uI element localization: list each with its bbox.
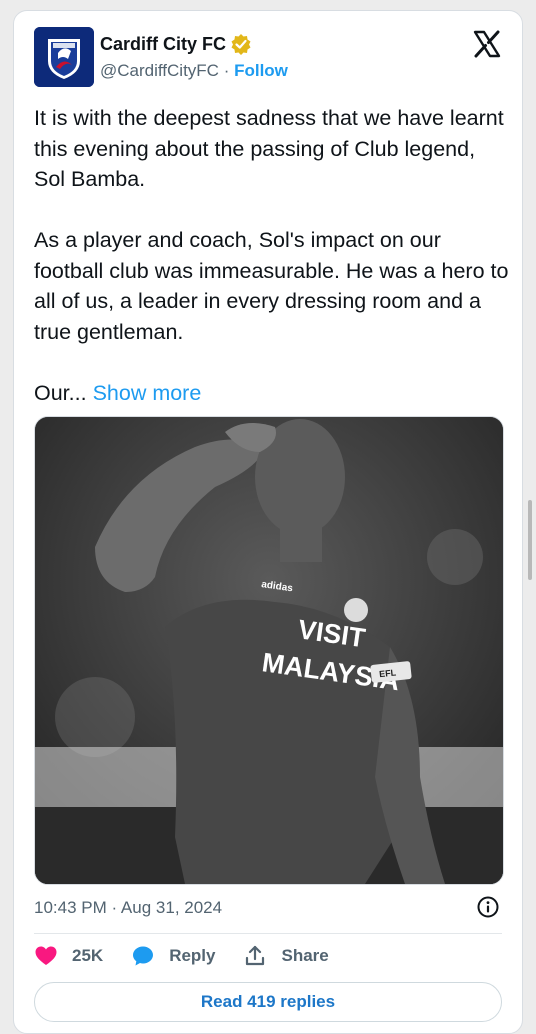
armband-text: EFL (379, 667, 397, 679)
tweet-paragraph-1: It is with the deepest sadness that we h… (34, 106, 504, 191)
truncated-text: Our... (34, 380, 87, 405)
handle-row: @CardiffCityFC · Follow (100, 61, 288, 81)
x-logo-icon[interactable] (472, 29, 502, 59)
tweet-timestamp[interactable]: 10:43 PM · Aug 31, 2024 (34, 898, 222, 918)
account-handle[interactable]: @CardiffCityFC (100, 61, 219, 80)
tweet-text: It is with the deepest sadness that we h… (34, 103, 509, 408)
share-button[interactable]: Share (243, 944, 329, 968)
tweet-paragraph-3: Our... Show more (34, 378, 509, 409)
reply-label: Reply (169, 946, 216, 965)
show-more-link[interactable]: Show more (93, 381, 202, 405)
tweet-paragraph-2: As a player and coach, Sol's impact on o… (34, 228, 509, 344)
handle-separator: · (218, 61, 235, 80)
account-name[interactable]: Cardiff City FC (100, 34, 226, 55)
action-bar: 25K Reply Share (34, 944, 357, 968)
like-button[interactable]: 25K (34, 944, 103, 968)
reply-bubble-icon (133, 946, 154, 966)
scrollbar[interactable] (528, 500, 532, 580)
like-count: 25K (72, 946, 104, 965)
divider (34, 933, 502, 934)
tweet-card: Cardiff City FC @CardiffCityFC · Follow … (13, 10, 523, 1034)
follow-button[interactable]: Follow (234, 61, 288, 80)
account-name-row: Cardiff City FC (100, 33, 252, 55)
reply-button[interactable]: Reply (131, 944, 215, 968)
share-label: Share (281, 946, 329, 965)
club-avatar[interactable] (34, 27, 94, 87)
info-icon[interactable] (476, 895, 500, 919)
share-icon (246, 945, 265, 966)
heart-icon (35, 946, 57, 965)
tweet-photo[interactable]: VISIT MALAYSIA adidas EFL (34, 416, 504, 885)
read-replies-button[interactable]: Read 419 replies (34, 982, 502, 1022)
verified-badge-icon (231, 34, 251, 55)
